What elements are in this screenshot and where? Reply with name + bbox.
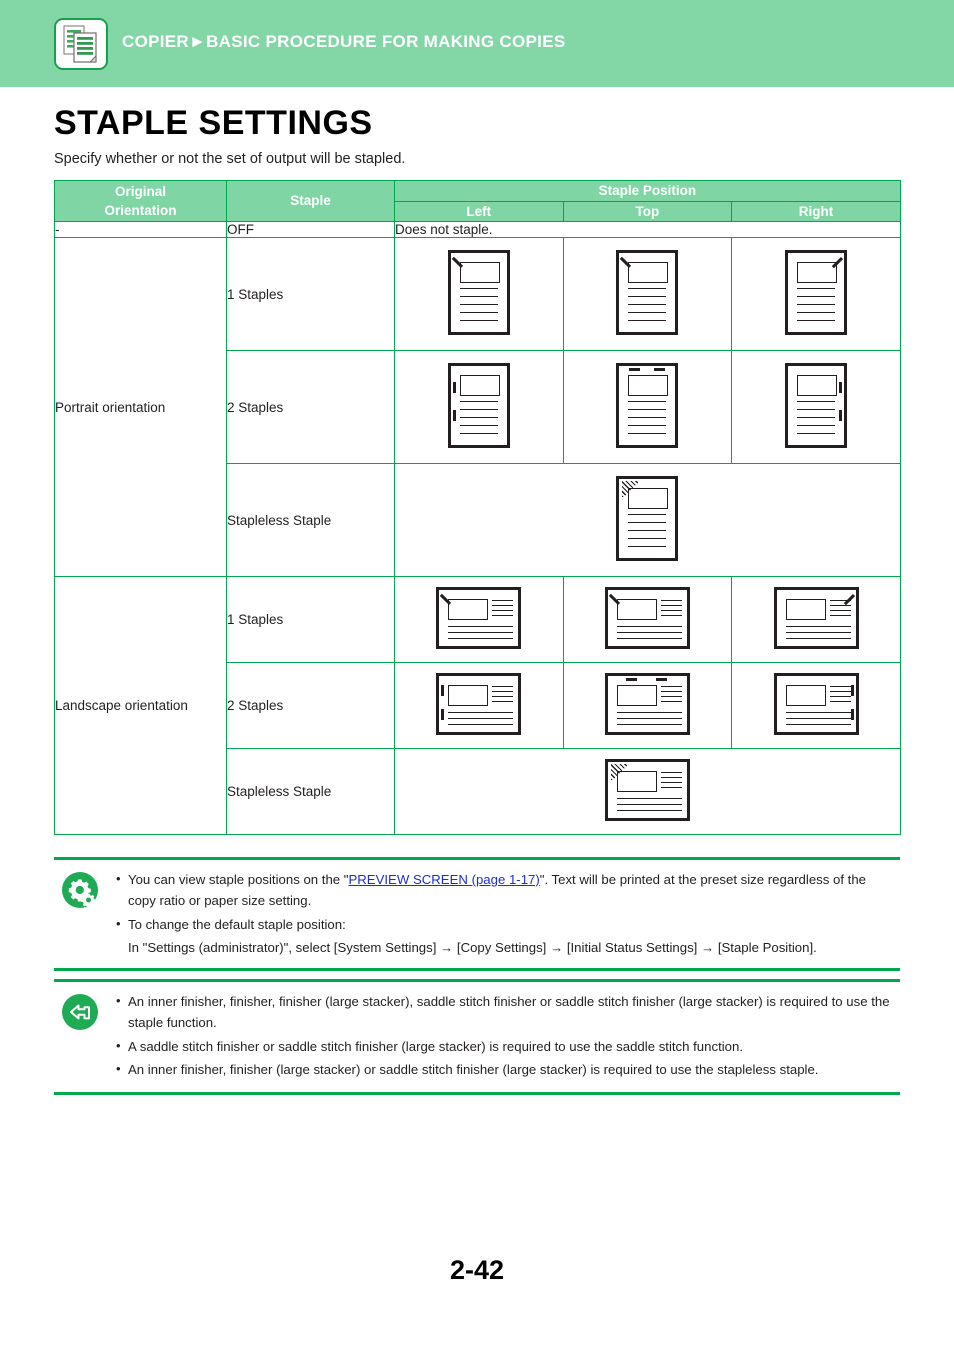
illo-portrait-2-top	[562, 350, 733, 465]
staple-settings-table: Original Orientation Staple Staple Posit…	[54, 179, 901, 836]
illo-portrait-1-top	[562, 237, 733, 352]
gears-icon	[62, 872, 98, 908]
staple-mark-horizontal-top-right	[655, 678, 667, 681]
note-item: An inner finisher, finisher (large stack…	[116, 1058, 896, 1080]
sheet-landscape	[773, 587, 859, 650]
breadcrumb: COPIER►BASIC PROCEDURE FOR MAKING COPIES	[122, 32, 566, 51]
illo-portrait-2-left	[394, 350, 564, 465]
col-left: Left	[394, 200, 564, 223]
note-item: An inner finisher, finisher, finisher (l…	[116, 990, 896, 1034]
sheet-portrait	[785, 250, 847, 336]
sheet-headline-box	[616, 685, 657, 707]
illo-landscape-stapleless	[394, 748, 901, 836]
stapleless-crimp-mark-icon	[622, 481, 639, 498]
preview-screen-link[interactable]: PREVIEW SCREEN (page 1-17)	[348, 872, 539, 887]
note-text-pre: You can view staple positions on the "	[128, 872, 349, 887]
cell-staple-2-landscape: 2 Staples	[226, 662, 395, 750]
cell-staple-2-portrait: 2 Staples	[226, 350, 395, 465]
note-item-sub: In "Settings (administrator)", select [S…	[128, 940, 817, 956]
illo-portrait-2-right	[731, 350, 901, 465]
sheet-landscape	[604, 759, 690, 822]
sheet-portrait	[785, 363, 847, 449]
staple-mark-diagonal-top-right	[843, 594, 855, 606]
table-row-portrait-1-staple: Portrait orientation 1 Staples	[54, 237, 901, 578]
illo-landscape-1-right	[731, 576, 901, 664]
staple-mark-vertical-left-upper	[441, 685, 445, 697]
sheet-portrait	[616, 476, 679, 562]
note-item: To change the default staple position:	[116, 913, 896, 935]
note-body: You can view staple positions on the "PR…	[116, 860, 900, 968]
sheet-headline-box	[785, 685, 826, 707]
cell-staple-1-landscape: 1 Staples	[226, 576, 395, 664]
staple-mark-horizontal-top-left	[629, 368, 641, 371]
sheet-portrait	[447, 363, 510, 449]
sheet-portrait	[447, 250, 510, 336]
staple-mark-vertical-left-upper	[452, 382, 456, 394]
sheet-landscape	[773, 673, 859, 736]
col-original-orientation-line2: Orientation	[104, 203, 177, 219]
staple-mark-horizontal-top-left	[625, 678, 637, 681]
sheet-portrait	[616, 363, 679, 449]
sheet-headline-box	[797, 375, 837, 397]
sheet-headline-box	[785, 599, 826, 621]
table-row-landscape-1-staple: Landscape orientation 1 Staples	[54, 576, 901, 836]
illo-landscape-2-top	[562, 662, 733, 750]
cell-portrait-orientation: Portrait orientation	[54, 237, 227, 578]
illo-landscape-2-left	[394, 662, 564, 750]
staple-mark-vertical-right-upper	[839, 382, 842, 394]
note-box-requirements: An inner finisher, finisher, finisher (l…	[54, 979, 900, 1095]
page-number: 2-42	[449, 1255, 505, 1285]
return-arrow-icon	[62, 994, 98, 1030]
sheet-portrait	[616, 250, 679, 336]
sheet-headline-box	[628, 262, 669, 284]
sheet-landscape	[436, 587, 522, 650]
note-box-settings: You can view staple positions on the "PR…	[54, 857, 900, 971]
note-item: A saddle stitch finisher or saddle stitc…	[116, 1035, 896, 1057]
col-original-orientation-line1: Original	[114, 183, 166, 199]
stapleless-crimp-mark-icon	[610, 764, 627, 781]
page-header-banner: COPIER►BASIC PROCEDURE FOR MAKING COPIES	[0, 0, 954, 87]
staple-mark-horizontal-top-right	[654, 368, 666, 371]
cell-landscape-orientation: Landscape orientation	[54, 576, 227, 836]
staple-mark-vertical-left-lower	[441, 709, 445, 721]
sheet-landscape	[604, 673, 690, 736]
illo-portrait-1-left	[394, 237, 564, 352]
sheet-landscape	[604, 587, 690, 650]
page-title: STAPLE SETTINGS	[54, 104, 373, 142]
cell-staple-stapleless-landscape: Stapleless Staple	[226, 748, 395, 836]
note-body: An inner finisher, finisher, finisher (l…	[116, 982, 900, 1092]
table-row-off: - OFF Does not staple.	[54, 221, 901, 239]
illo-landscape-2-right	[731, 662, 901, 750]
cell-staple-stapleless-portrait: Stapleless Staple	[226, 463, 395, 578]
table-header-row-1: Original Orientation Staple Staple Posit…	[54, 179, 901, 223]
sheet-headline-box	[459, 262, 500, 284]
sheet-headline-box	[628, 375, 669, 397]
illo-landscape-1-left	[394, 576, 564, 664]
copier-documents-icon	[54, 18, 108, 70]
illo-portrait-stapleless	[394, 463, 901, 578]
col-staple-position: Staple Position	[394, 180, 901, 202]
staple-mark-vertical-right-lower	[850, 709, 854, 721]
col-right: Right	[731, 200, 901, 223]
cell-staple-off: OFF	[226, 221, 395, 239]
staple-mark-diagonal-top-right	[832, 257, 844, 269]
note-item: You can view staple positions on the "PR…	[116, 868, 896, 912]
sheet-headline-box	[448, 599, 489, 621]
page-subtitle: Specify whether or not the set of output…	[54, 151, 406, 167]
col-top: Top	[562, 200, 733, 223]
cell-orientation-none: -	[54, 221, 227, 239]
col-original-orientation: Original Orientation	[54, 179, 227, 223]
sheet-headline-box	[459, 375, 500, 397]
col-staple: Staple	[226, 179, 395, 223]
illo-portrait-1-right	[731, 237, 901, 352]
staple-mark-vertical-right-upper	[850, 685, 854, 697]
sheet-headline-box	[616, 599, 657, 621]
sheet-landscape	[436, 673, 522, 736]
staple-mark-vertical-left-lower	[452, 410, 456, 422]
sheet-headline-box	[448, 685, 489, 707]
staple-mark-vertical-right-lower	[839, 410, 842, 422]
cell-off-description: Does not staple.	[394, 221, 901, 239]
illo-landscape-1-top	[562, 576, 733, 664]
cell-staple-1-portrait: 1 Staples	[226, 237, 395, 352]
